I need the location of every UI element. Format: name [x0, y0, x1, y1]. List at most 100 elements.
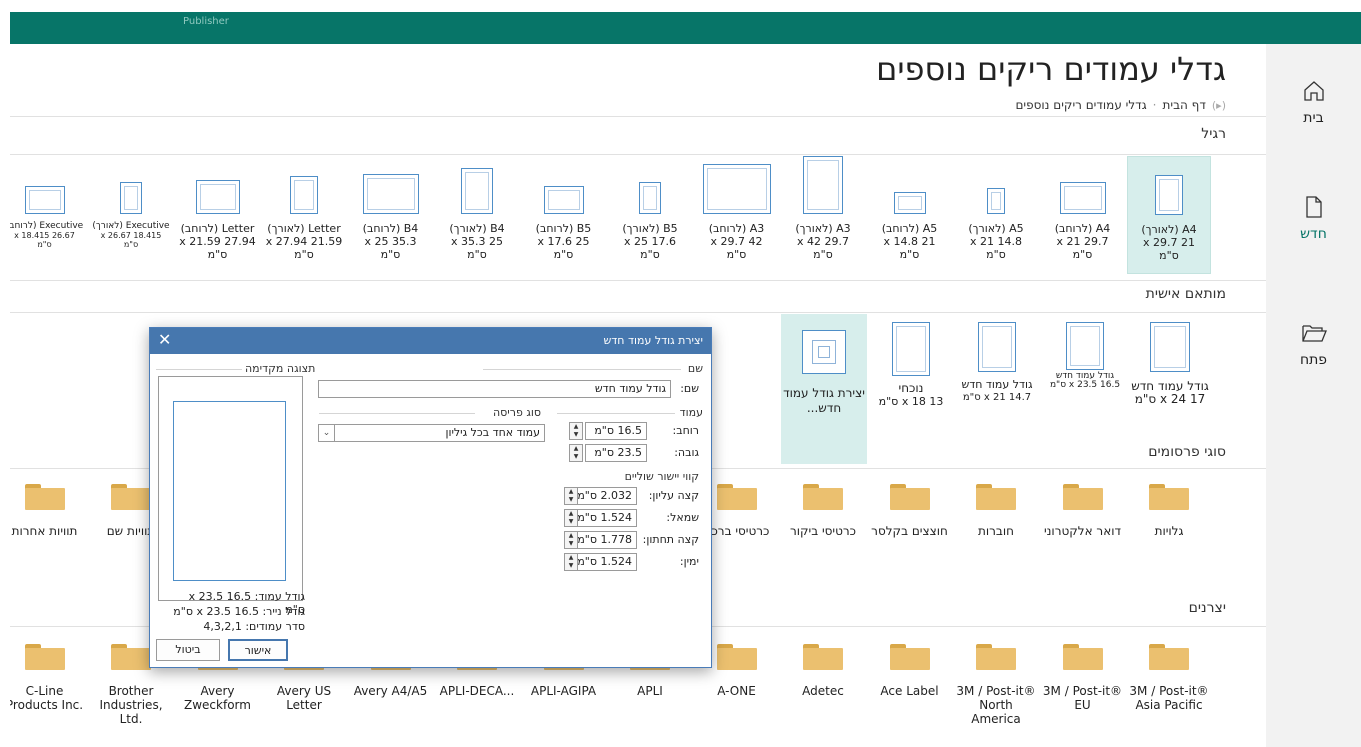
publication-type-folder[interactable]: כרטיסי ביקור: [781, 484, 865, 538]
page-size-unit: ס"מ: [640, 248, 660, 261]
publication-type-label: תוויות אחרות: [11, 524, 78, 538]
group-line: [483, 369, 681, 370]
new-document-icon: [1305, 196, 1322, 218]
page-size-tile[interactable]: A5 (לאורך) 14.8 x 21 ס"מ: [954, 156, 1038, 274]
folder-icon: [716, 644, 757, 670]
bottom-margin-input[interactable]: 1.778 ס"מ: [577, 531, 637, 549]
page-size-thumbnail: [543, 186, 584, 214]
ok-button[interactable]: אישור: [228, 639, 288, 661]
top-margin-spinner[interactable]: ▲ ▼: [564, 487, 578, 505]
manufacturer-folder[interactable]: 3M / Post-it® EU: [1041, 644, 1125, 712]
page-size-unit: ס"מ: [467, 248, 487, 261]
page-size-unit: ס"מ: [380, 248, 401, 261]
page-size-label: Executive (לאורך): [92, 221, 170, 231]
divider: [10, 280, 1266, 281]
page-size-thumbnail: [1155, 175, 1183, 215]
nav-new[interactable]: חדש: [1266, 194, 1361, 242]
page-size-tile[interactable]: Executive (לאורך) 18.415 x 26.67 ס"מ: [89, 156, 173, 274]
custom-size-tile[interactable]: גודל עמוד חדש 17 x 24 ס"מ: [1128, 320, 1212, 446]
page-order-info: סדר עמודים: 4,3,2,1: [203, 620, 305, 633]
dialog-titlebar: יצירת גודל עמוד חדש ✕: [150, 328, 711, 354]
page-size-thumbnail: [803, 156, 843, 214]
page-size-dims: 25 x 35.3: [451, 235, 503, 248]
breadcrumb-separator: ·: [1152, 98, 1157, 112]
page-size-dims: 29.7 x 21: [1056, 235, 1109, 248]
page-size-tile[interactable]: A4 (לרוחב) 29.7 x 21 ס"מ: [1041, 156, 1125, 274]
page-size-tile[interactable]: A5 (לרוחב) 21 x 14.8 ס"מ: [868, 156, 952, 274]
publication-type-label: חוצצים בקלסר: [871, 524, 948, 538]
page-size-label: B4 (לאורך): [449, 222, 505, 235]
publication-type-label: כרטיסי ביקור: [789, 524, 857, 538]
custom-size-tile[interactable]: גודל עמוד חדש 16.5 x 23.5 ס"מ: [1043, 320, 1127, 446]
manufacturer-folder[interactable]: Adetec: [781, 644, 865, 698]
nav-home[interactable]: בית: [1266, 78, 1361, 126]
manufacturer-label: Avery Zweckform: [184, 684, 251, 712]
manufacturer-label: 3M / Post-it® North America: [956, 684, 1036, 726]
page-size-tile[interactable]: B4 (לאורך) 25 x 35.3 ס"מ: [435, 156, 519, 274]
width-label: רוחב:: [672, 424, 699, 437]
page-size-tile[interactable]: B5 (לאורך) 17.6 x 25 ס"מ: [608, 156, 692, 274]
group-line: [156, 369, 242, 370]
left-margin-spinner[interactable]: ▲ ▼: [564, 509, 578, 527]
page-size-unit: ס"מ: [207, 248, 228, 261]
page-size-tile[interactable]: Executive (לרוחב)26.67 x 18.415ס"מ: [10, 156, 87, 274]
page-size-tile[interactable]: B5 (לרוחב) 25 x 17.6 ס"מ: [522, 156, 606, 274]
page-size-dims: 35.3 x 25: [364, 235, 417, 248]
page-size-unit: ס"מ: [726, 248, 747, 261]
publication-type-folder[interactable]: גלויות: [1127, 484, 1211, 538]
right-margin-spinner[interactable]: ▲ ▼: [564, 553, 578, 571]
height-input[interactable]: 23.5 ס"מ: [585, 444, 647, 462]
publication-type-folder[interactable]: חוצצים בקלסר: [868, 484, 952, 538]
manufacturer-label: C-Line Products Inc.: [10, 684, 84, 712]
publication-type-folder[interactable]: דואר אלקטרוני: [1041, 484, 1125, 538]
right-margin-input[interactable]: 1.524 ס"מ: [577, 553, 637, 571]
width-spinner[interactable]: ▲ ▼: [569, 422, 583, 440]
page-size-unit: ס"מ: [899, 248, 920, 261]
manufacturer-folder[interactable]: Ace Label: [868, 644, 952, 698]
page-size-thumbnail: [290, 176, 318, 214]
custom-size-tile[interactable]: נוכחי 13 x 18 ס"מ: [869, 320, 953, 446]
page-size-thumbnail: [1059, 182, 1106, 214]
nav-open[interactable]: פתח: [1266, 320, 1361, 368]
manufacturer-folder[interactable]: C-Line Products Inc.: [10, 644, 87, 712]
name-input[interactable]: גודל עמוד חדש: [318, 380, 671, 398]
chevron-down-icon[interactable]: ⌄: [319, 425, 335, 441]
left-margin-input[interactable]: 1.524 ס"מ: [577, 509, 637, 527]
folder-icon: [111, 484, 151, 510]
page-size-dims: 21 x 29.7: [1143, 236, 1195, 249]
page-size-tile[interactable]: A3 (לרוחב) 42 x 29.7 ס"מ: [695, 156, 779, 274]
height-spinner[interactable]: ▲ ▼: [569, 444, 583, 462]
page-size-tile[interactable]: A3 (לאורך) 29.7 x 42 ס"מ: [781, 156, 865, 274]
page-size-thumbnail: [362, 174, 419, 214]
page-size-tile[interactable]: B4 (לרוחב) 35.3 x 25 ס"מ: [349, 156, 433, 274]
layout-type-select[interactable]: עמוד אחד בכל גיליון ⌄: [318, 424, 545, 442]
close-icon[interactable]: ✕: [158, 330, 171, 349]
preview-group-label: תצוגה מקדימה: [245, 362, 316, 375]
bottom-margin-spinner[interactable]: ▲ ▼: [564, 531, 578, 549]
page-size-thumbnail: [24, 186, 65, 214]
page-size-dims: 25 x 17.6: [537, 235, 590, 248]
page-size-tile[interactable]: Letter (לאורך) 21.59 x 27.94 ס"מ: [262, 156, 346, 274]
publication-type-folder[interactable]: תוויות אחרות: [10, 484, 87, 538]
page-group-label: עמוד: [679, 406, 703, 419]
page-size-dims: 21 x 14.8: [883, 235, 936, 248]
manufacturer-folder[interactable]: 3M / Post-it® Asia Pacific: [1127, 644, 1211, 712]
page-size-tile[interactable]: A4 (לאורך) 21 x 29.7 ס"מ: [1127, 156, 1211, 274]
page-size-unit: ס"מ: [294, 248, 314, 261]
page-size-label: Letter (לרוחב): [180, 222, 255, 235]
cancel-button[interactable]: ביטול: [156, 639, 220, 661]
width-input[interactable]: 16.5 ס"מ: [585, 422, 647, 440]
top-margin-input[interactable]: 2.032 ס"מ: [577, 487, 637, 505]
page-size-unit: ס"מ: [553, 248, 574, 261]
breadcrumb-home[interactable]: דף הבית: [1163, 98, 1206, 112]
back-arrow-icon[interactable]: (▸): [1212, 99, 1226, 112]
page-size-tile[interactable]: Letter (לרוחב) 27.94 x 21.59 ס"מ: [176, 156, 260, 274]
publication-type-folder[interactable]: חוברות: [954, 484, 1038, 538]
create-new-size-tile[interactable]: יצירת גודל עמוד חדש...: [781, 314, 867, 464]
folder-icon: [976, 644, 1016, 670]
folder-icon: [716, 484, 757, 510]
manufacturer-folder[interactable]: 3M / Post-it® North America: [954, 644, 1038, 726]
page-size-dims: 14.8 x 21: [969, 235, 1022, 248]
custom-size-tile[interactable]: גודל עמוד חדש 14.7 x 21 ס"מ: [955, 320, 1039, 446]
custom-size-dims: 16.5 x 23.5 ס"מ: [1049, 380, 1121, 390]
